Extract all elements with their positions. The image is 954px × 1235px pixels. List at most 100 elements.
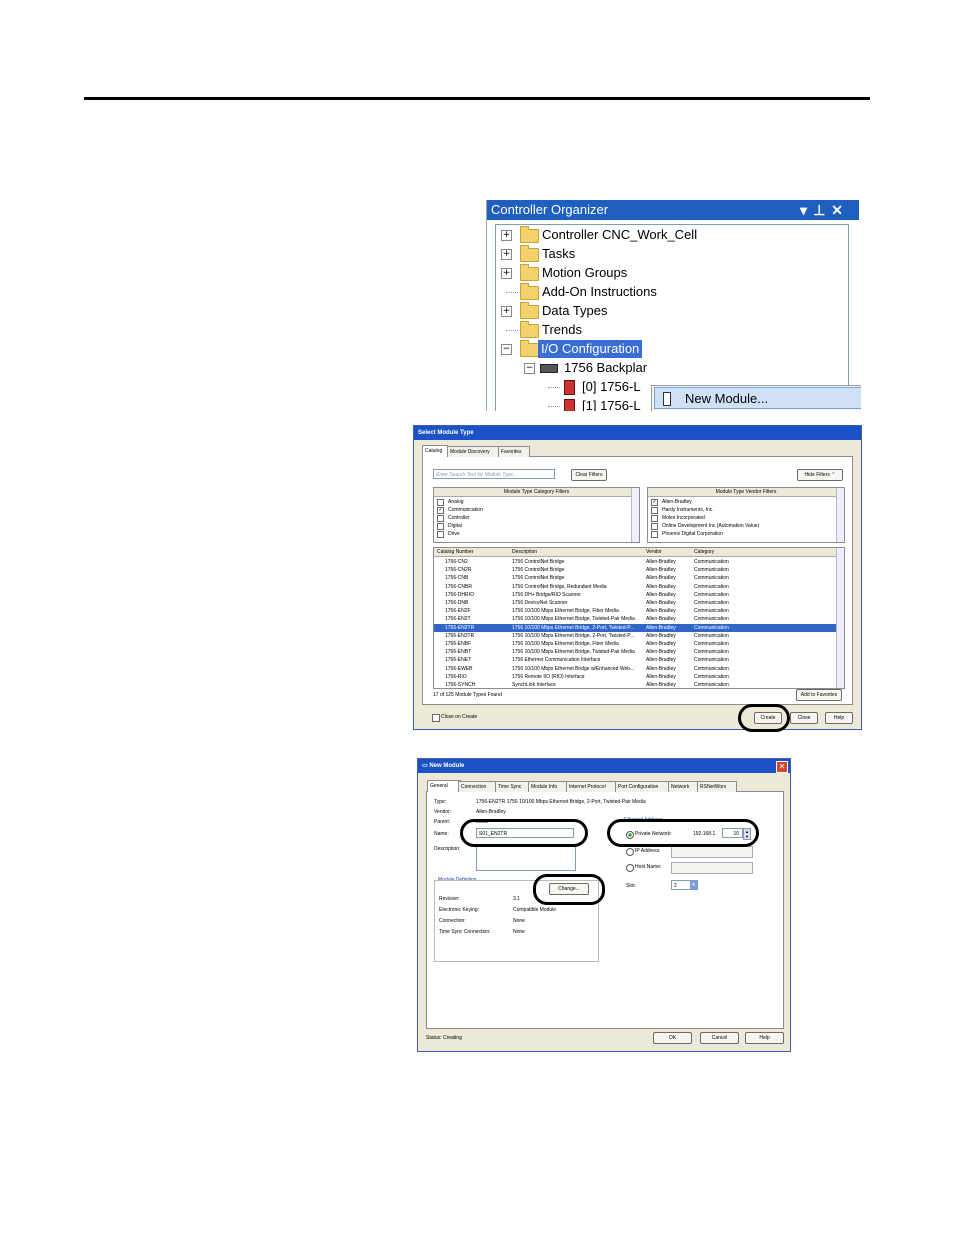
table-row[interactable]: 1756-CNB 1756 ControlNet Bridge Allen-Brad… bbox=[434, 574, 836, 582]
expand-icon[interactable]: + bbox=[501, 230, 512, 241]
folder-icon bbox=[520, 226, 539, 243]
tab-time-sync[interactable]: Time Sync bbox=[495, 781, 531, 792]
table-cell: Communication bbox=[694, 600, 729, 606]
tree-node[interactable]: + Data Types bbox=[496, 302, 846, 320]
table-row[interactable]: 1756-EN3TR 1756 10/100 Mbps Ethernet Brid… bbox=[434, 632, 836, 640]
definition-label: Connection: bbox=[439, 918, 466, 924]
search-input[interactable]: Enter Search Text for Module Type... bbox=[433, 469, 555, 479]
change-highlight-circle bbox=[533, 874, 605, 905]
table-cell: 1756 ControlNet Bridge bbox=[512, 559, 565, 565]
cancel-button[interactable]: Cancel bbox=[700, 1032, 739, 1044]
clear-filters-button[interactable]: Clear Filters bbox=[571, 469, 607, 481]
ok-button[interactable]: OK bbox=[653, 1032, 692, 1044]
tab-module-discovery[interactable]: Module Discovery bbox=[447, 446, 499, 457]
close-on-create-checkbox[interactable] bbox=[432, 714, 440, 722]
expand-icon[interactable]: + bbox=[501, 306, 512, 317]
column-header[interactable]: Description bbox=[512, 548, 537, 556]
tree-connector bbox=[506, 292, 518, 293]
folder-icon bbox=[520, 283, 539, 300]
table-row[interactable]: 1756-EWEB 1756 10/100 Mbps Ethernet Bridg… bbox=[434, 665, 836, 673]
table-row[interactable]: 1756-CNBR 1756 ControlNet Bridge, Redunda… bbox=[434, 583, 836, 591]
tab-port-configuration[interactable]: Port Configuration bbox=[615, 781, 671, 792]
close-button[interactable]: Close bbox=[790, 712, 818, 724]
help-button[interactable]: Help bbox=[825, 712, 853, 724]
collapse-icon[interactable]: − bbox=[524, 363, 535, 374]
help-button[interactable]: Help bbox=[745, 1032, 784, 1044]
category-scrollbar[interactable] bbox=[631, 488, 639, 542]
tab-internet-protocol[interactable]: Internet Protocol bbox=[566, 781, 618, 792]
ip-highlight-circle bbox=[607, 819, 759, 847]
category-checkbox[interactable] bbox=[437, 515, 444, 522]
status-text: Status: Creating bbox=[426, 1035, 462, 1041]
table-row[interactable]: 1756-EN2F 1756 10/100 Mbps Ethernet Bridg… bbox=[434, 607, 836, 615]
tab-network[interactable]: Network bbox=[668, 781, 700, 792]
vendor-scrollbar[interactable] bbox=[836, 488, 844, 542]
tree-node[interactable]: + Tasks bbox=[496, 245, 846, 263]
table-cell: Communication bbox=[694, 665, 729, 672]
category-checkbox[interactable]: ✓ bbox=[437, 507, 444, 514]
table-row[interactable]: 1756-CN2R 1756 ControlNet Bridge Allen-Bra… bbox=[434, 566, 836, 574]
definition-label: Electronic Keying: bbox=[439, 907, 480, 913]
tab-general[interactable]: General bbox=[427, 780, 461, 792]
table-row[interactable]: 1756-EN2T 1756 10/100 Mbps Ethernet Bridg… bbox=[434, 615, 836, 623]
vendor-checkbox[interactable] bbox=[651, 523, 658, 530]
tree-node[interactable]: − I/O Configuration bbox=[496, 340, 846, 358]
list-scrollbar[interactable] bbox=[836, 548, 844, 688]
table-row[interactable]: 1756-EN2TR 1756 10/100 Mbps Ethernet Brid… bbox=[434, 623, 836, 632]
new-module-label: New Module... bbox=[685, 391, 769, 406]
slot-select[interactable]: 2 ▾ bbox=[671, 880, 698, 890]
tab-favorites[interactable]: Favorites bbox=[498, 446, 530, 457]
expand-icon[interactable]: + bbox=[501, 268, 512, 279]
tab-connection[interactable]: Connection bbox=[458, 781, 498, 792]
add-to-favorites-button[interactable]: Add to Favorites bbox=[796, 689, 842, 701]
definition-label: Revision: bbox=[439, 896, 460, 902]
tree-node[interactable]: + Motion Groups bbox=[496, 264, 846, 282]
table-row[interactable]: 1756-SYNCH SynchLink Interface Allen-Bradl… bbox=[434, 681, 836, 689]
table-row[interactable]: 1756-RIO 1756 Remote I/O (RIO) Interface A… bbox=[434, 673, 836, 681]
vendor-checkbox[interactable] bbox=[651, 531, 658, 538]
table-row[interactable]: 1756-DHRIO 1756 DH+ Bridge/RIO Scanner All… bbox=[434, 591, 836, 599]
host-name-radio[interactable] bbox=[626, 864, 634, 872]
table-row[interactable]: 1756-DNB 1756 DeviceNet Scanner Allen-Brad… bbox=[434, 599, 836, 607]
vendor-checkbox[interactable]: ✓ bbox=[651, 499, 658, 506]
close-icon[interactable]: ✕ bbox=[776, 761, 788, 773]
dropdown-icon[interactable]: ▾ bbox=[800, 202, 813, 218]
hide-filters-button[interactable]: Hide Filters ⌃ bbox=[797, 469, 843, 481]
ip-address-radio[interactable] bbox=[626, 848, 634, 856]
vendor-checkbox[interactable] bbox=[651, 515, 658, 522]
tree-node-label: Controller CNC_Work_Cell bbox=[542, 227, 698, 242]
column-header[interactable]: Vendor bbox=[646, 548, 662, 556]
column-header[interactable]: Category bbox=[694, 548, 714, 556]
category-checkbox[interactable] bbox=[437, 499, 444, 506]
description-input[interactable] bbox=[476, 845, 576, 871]
tab-catalog[interactable]: Catalog bbox=[422, 445, 448, 457]
tab-module-info[interactable]: Module Info bbox=[528, 781, 569, 792]
tree-node[interactable]: Trends bbox=[496, 321, 846, 339]
close-icon[interactable]: ✕ bbox=[831, 202, 849, 218]
table-cell: Allen-Bradley bbox=[646, 567, 676, 574]
pin-icon[interactable]: ⊥ bbox=[813, 202, 831, 218]
parent-label: Parent: bbox=[434, 819, 451, 825]
new-module-menu-item[interactable]: New Module... bbox=[654, 387, 861, 409]
tree-node[interactable]: Add-On Instructions bbox=[496, 283, 846, 301]
category-checkbox[interactable] bbox=[437, 531, 444, 538]
vendor-checkbox[interactable] bbox=[651, 507, 658, 514]
category-checkbox[interactable] bbox=[437, 523, 444, 530]
ip-address-input[interactable] bbox=[671, 846, 753, 858]
definition-label: Time Sync Connection: bbox=[439, 929, 491, 935]
table-row[interactable]: 1756-ENET 1756 Ethernet Communication Int… bbox=[434, 656, 836, 664]
table-row[interactable]: 1756-ENBT 1756 10/100 Mbps Ethernet Bridg… bbox=[434, 648, 836, 656]
tab-rsnetworx[interactable]: RSNetWorx bbox=[697, 781, 737, 792]
table-row[interactable]: 1756-ENBF 1756 10/100 Mbps Ethernet Bridg… bbox=[434, 640, 836, 648]
expand-icon[interactable]: − bbox=[501, 344, 512, 355]
column-header[interactable]: Catalog Number bbox=[437, 548, 473, 556]
table-cell: Communication bbox=[694, 575, 729, 582]
table-cell: Allen-Bradley bbox=[646, 632, 676, 639]
table-cell: 1756-EN2T bbox=[445, 616, 471, 623]
tree-node[interactable]: + Controller CNC_Work_Cell bbox=[496, 226, 846, 244]
type-label: Type: bbox=[434, 799, 447, 805]
host-name-input[interactable] bbox=[671, 862, 753, 874]
table-row[interactable]: 1756-CN2 1756 ControlNet Bridge Allen-Brad… bbox=[434, 558, 836, 566]
category-label: Analog bbox=[448, 499, 464, 505]
expand-icon[interactable]: + bbox=[501, 249, 512, 260]
